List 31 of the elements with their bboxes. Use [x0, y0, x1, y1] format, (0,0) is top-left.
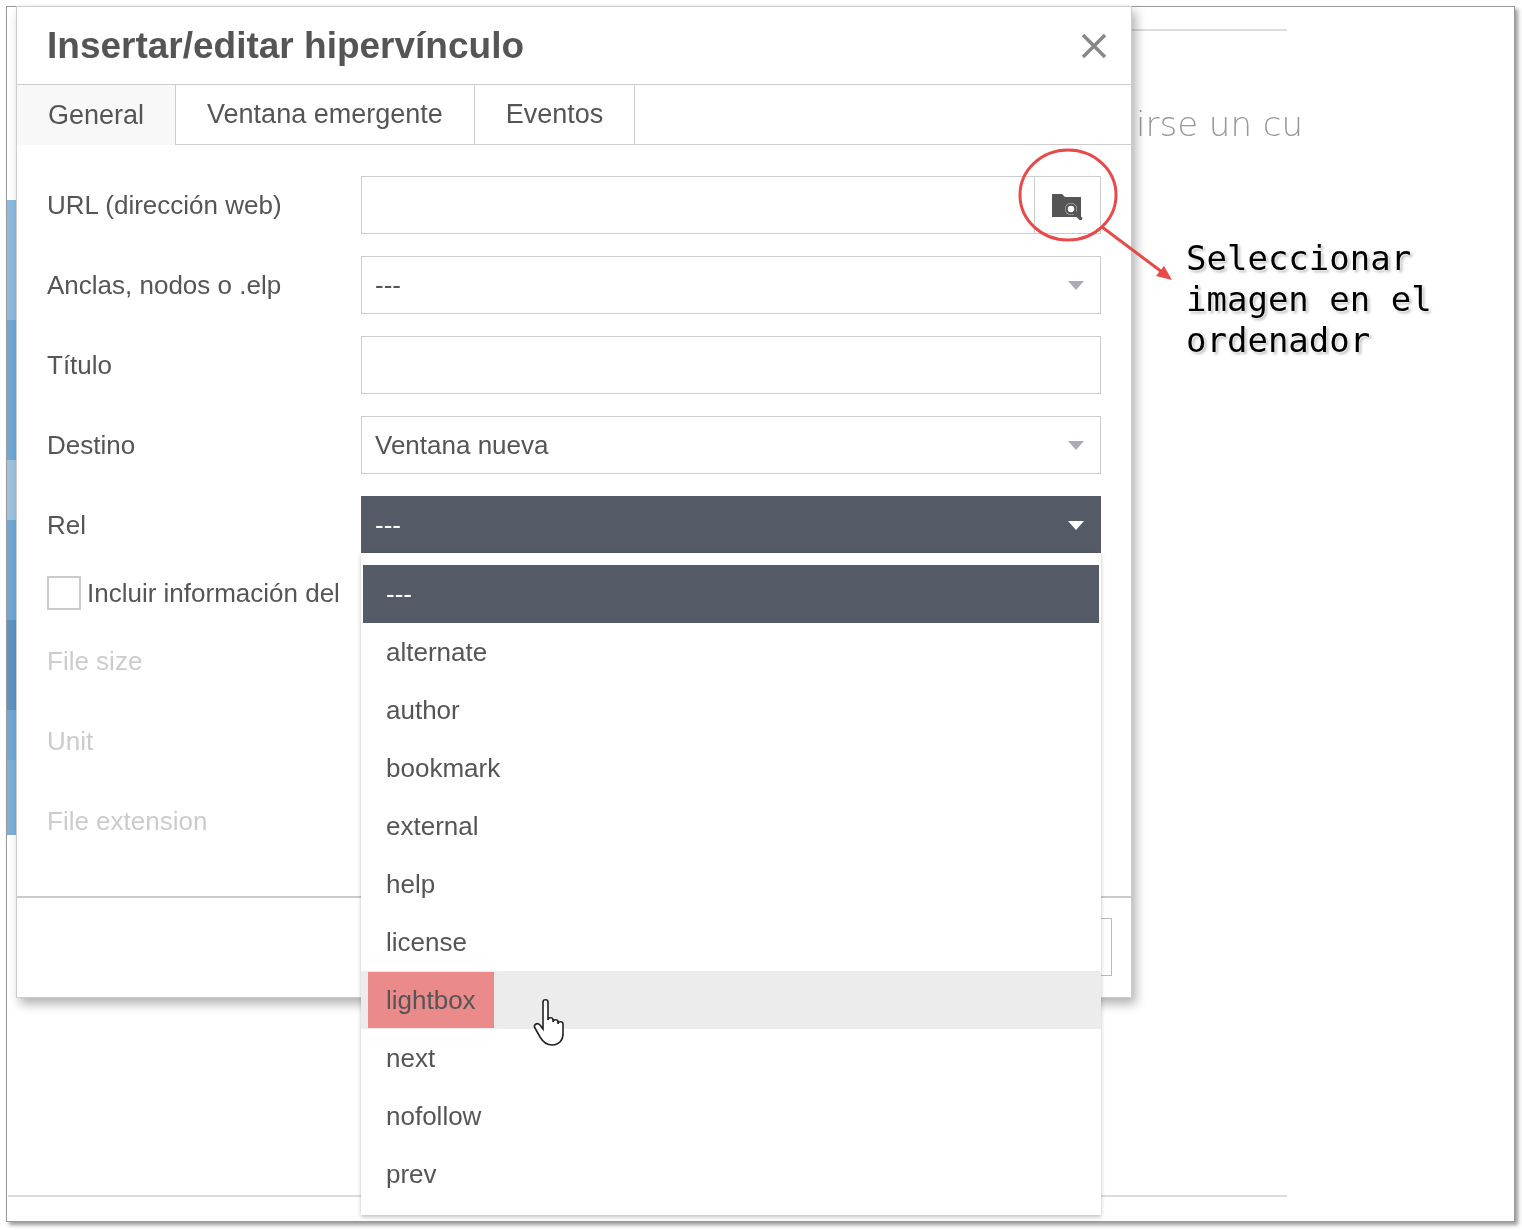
dropdown-option[interactable]: nofollow	[361, 1087, 1101, 1145]
field-label: Anclas, nodos o .elp	[47, 269, 283, 301]
field-label: Rel	[47, 509, 87, 541]
select-field[interactable]: ---	[361, 496, 1101, 554]
annotation-text: Seleccionar imagen en el ordenador	[1186, 238, 1433, 361]
dropdown-option[interactable]: author	[361, 681, 1101, 739]
dropdown-option[interactable]: prev	[361, 1145, 1101, 1203]
background-text: irse un cu	[1136, 104, 1303, 144]
field-label: Título	[47, 349, 114, 381]
tab[interactable]: General	[17, 85, 177, 145]
dropdown-option[interactable]: ---	[363, 565, 1099, 623]
dropdown-option[interactable]: alternate	[361, 623, 1101, 681]
checkbox[interactable]	[47, 576, 81, 610]
field-label: Destino	[47, 429, 137, 461]
dropdown-option[interactable]: external	[361, 797, 1101, 855]
dialog-title: Insertar/editar hipervínculo	[47, 24, 525, 67]
select-field[interactable]: ---	[361, 256, 1101, 314]
caret-icon	[1068, 280, 1084, 290]
dropdown-option[interactable]: bookmark	[361, 739, 1101, 797]
dropdown-option[interactable]: next	[361, 1029, 1101, 1087]
dropdown-option[interactable]: help	[361, 855, 1101, 913]
close-icon[interactable]	[1081, 32, 1107, 59]
caret-icon	[1068, 440, 1084, 450]
dropdown-option[interactable]: license	[361, 913, 1101, 971]
arrow	[1101, 225, 1172, 280]
checkbox-label: Incluir información del	[87, 577, 340, 609]
caret-icon	[1068, 520, 1084, 530]
url-field[interactable]	[361, 176, 1101, 234]
select-field[interactable]: Ventana nueva	[361, 416, 1101, 474]
field-label: URL (dirección web)	[47, 189, 283, 221]
text-field[interactable]	[361, 336, 1101, 394]
